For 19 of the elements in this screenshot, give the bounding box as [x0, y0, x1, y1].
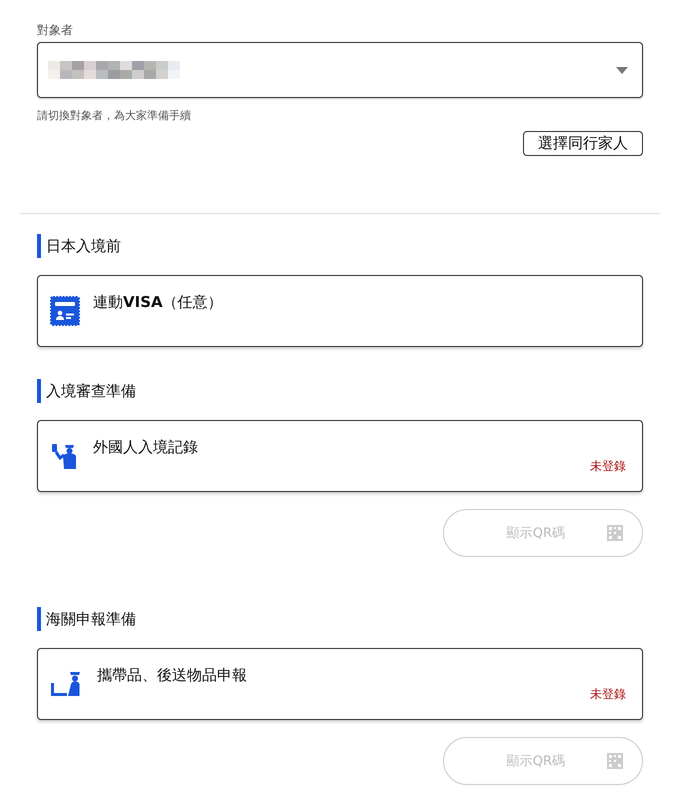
select-family-button[interactable]: 選擇同行家人 — [523, 131, 643, 156]
procedure-card[interactable]: 外國人入境記錄 未登錄 — [37, 420, 643, 492]
card-title: 外國人入境記錄 — [93, 438, 198, 457]
qr-code-icon — [607, 753, 623, 769]
status-text: 未登錄 — [590, 686, 626, 703]
target-select[interactable] — [37, 42, 643, 98]
dropdown-caret-icon — [616, 66, 628, 74]
qr-code-icon — [607, 525, 623, 541]
section-heading: 海關申報準備 — [37, 607, 643, 631]
section-heading: 入境審查準備 — [37, 379, 643, 403]
hint-text: 請切換對象者，為大家準備手續 — [37, 108, 192, 123]
card-title: 連動VISA（任意） — [93, 293, 223, 312]
visa-card-icon — [50, 296, 80, 326]
field-label: 對象者 — [37, 22, 74, 39]
section-heading: 日本入境前 — [37, 234, 643, 258]
card-title: 攜帶品、後送物品申報 — [97, 666, 247, 685]
procedure-card[interactable]: 攜帶品、後送物品申報 未登錄 — [37, 648, 643, 720]
status-text: 未登錄 — [590, 458, 626, 475]
procedure-card[interactable]: 連動VISA（任意） — [37, 275, 643, 347]
